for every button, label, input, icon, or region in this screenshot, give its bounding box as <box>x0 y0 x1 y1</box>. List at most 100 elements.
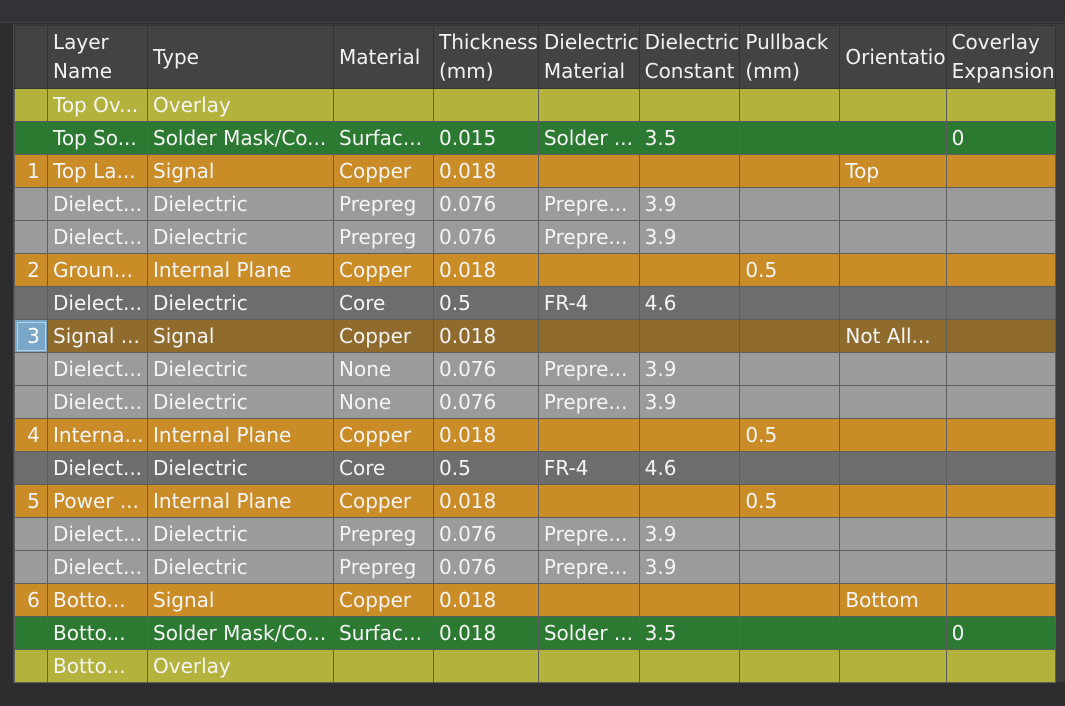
cell-type[interactable]: Internal Plane <box>147 418 334 452</box>
cell-pullback[interactable] <box>739 88 841 122</box>
cell-orientation[interactable] <box>839 385 947 419</box>
cell-coverlay-expansion[interactable] <box>945 88 1056 122</box>
cell-pullback[interactable] <box>739 286 841 320</box>
column-header-rownum[interactable] <box>14 25 48 89</box>
cell-pullback[interactable] <box>739 649 841 683</box>
cell-coverlay-expansion[interactable] <box>945 484 1056 518</box>
column-header-orientation[interactable]: Orientatio <box>839 25 947 89</box>
cell-pullback[interactable] <box>739 220 841 254</box>
cell-coverlay-expansion[interactable] <box>945 187 1056 221</box>
cell-dielectric-constant[interactable] <box>638 583 741 617</box>
cell-orientation[interactable] <box>839 220 947 254</box>
layer-row[interactable]: Dielect... Dielectric Core 0.5 FR-4 4.6 <box>14 451 1056 485</box>
cell-type[interactable]: Dielectric <box>147 550 334 584</box>
cell-dielectric-material[interactable] <box>537 418 640 452</box>
cell-material[interactable]: Core <box>333 286 434 320</box>
cell-material[interactable]: Prepreg <box>333 220 434 254</box>
cell-type[interactable]: Dielectric <box>147 220 334 254</box>
cell-material[interactable]: Core <box>333 451 434 485</box>
cell-dielectric-material[interactable]: Prepre... <box>537 385 640 419</box>
cell-thickness[interactable]: 0.5 <box>433 451 539 485</box>
cell-coverlay-expansion[interactable] <box>945 286 1056 320</box>
cell-material[interactable]: Prepreg <box>333 517 434 551</box>
cell-pullback[interactable] <box>739 583 841 617</box>
cell-pullback[interactable] <box>739 550 841 584</box>
cell-dielectric-constant[interactable] <box>638 88 741 122</box>
row-number-cell[interactable] <box>14 649 48 683</box>
cell-dielectric-constant[interactable]: 3.9 <box>638 220 741 254</box>
cell-type[interactable]: Dielectric <box>147 286 334 320</box>
cell-layer-name[interactable]: Groun... <box>47 253 148 287</box>
cell-thickness[interactable]: 0.076 <box>433 352 539 386</box>
column-header-pullback[interactable]: Pullback (mm) <box>739 25 841 89</box>
row-number-cell[interactable]: 2 <box>14 253 48 287</box>
row-number-cell[interactable] <box>14 451 48 485</box>
row-number-cell[interactable]: 5 <box>14 484 48 518</box>
cell-coverlay-expansion[interactable] <box>945 154 1056 188</box>
layer-row[interactable]: 3 Signal ... Signal Copper 0.018 Not All... <box>14 319 1056 353</box>
cell-thickness[interactable] <box>433 88 539 122</box>
layer-row[interactable]: Botto... Solder Mask/Co... Surfac... 0.018 S… <box>14 616 1056 650</box>
cell-orientation[interactable] <box>839 451 947 485</box>
cell-dielectric-constant[interactable] <box>638 418 741 452</box>
cell-thickness[interactable]: 0.076 <box>433 187 539 221</box>
cell-dielectric-constant[interactable]: 3.9 <box>638 385 741 419</box>
cell-pullback[interactable] <box>739 154 841 188</box>
cell-orientation[interactable] <box>839 88 947 122</box>
cell-thickness[interactable]: 0.018 <box>433 154 539 188</box>
cell-type[interactable]: Dielectric <box>147 451 334 485</box>
column-header-coverlay-expansion[interactable]: Coverlay Expansion <box>945 25 1056 89</box>
layer-row[interactable]: Dielect... Dielectric Prepreg 0.076 Prepre..… <box>14 220 1056 254</box>
cell-orientation[interactable] <box>839 649 947 683</box>
cell-dielectric-material[interactable] <box>537 484 640 518</box>
cell-coverlay-expansion[interactable] <box>945 253 1056 287</box>
cell-thickness[interactable]: 0.076 <box>433 550 539 584</box>
cell-orientation[interactable] <box>839 121 947 155</box>
cell-layer-name[interactable]: Dielect... <box>47 286 148 320</box>
cell-dielectric-constant[interactable]: 3.9 <box>638 352 741 386</box>
layer-row[interactable]: Top So... Solder Mask/Co... Surfac... 0.015… <box>14 121 1056 155</box>
cell-material[interactable]: Copper <box>333 418 434 452</box>
cell-material[interactable] <box>333 88 434 122</box>
cell-orientation[interactable]: Bottom <box>839 583 947 617</box>
row-number-cell[interactable] <box>14 616 48 650</box>
row-number-cell[interactable] <box>14 385 48 419</box>
cell-type[interactable]: Signal <box>147 583 334 617</box>
cell-type[interactable]: Overlay <box>147 88 334 122</box>
layer-row[interactable]: Dielect... Dielectric None 0.076 Prepre... 3.… <box>14 352 1056 386</box>
cell-type[interactable]: Internal Plane <box>147 484 334 518</box>
cell-thickness[interactable]: 0.018 <box>433 583 539 617</box>
row-number-cell[interactable] <box>14 550 48 584</box>
cell-material[interactable]: Copper <box>333 154 434 188</box>
cell-pullback[interactable] <box>739 451 841 485</box>
cell-dielectric-constant[interactable]: 3.9 <box>638 187 741 221</box>
cell-dielectric-constant[interactable] <box>638 154 741 188</box>
cell-type[interactable]: Dielectric <box>147 385 334 419</box>
cell-thickness[interactable]: 0.018 <box>433 418 539 452</box>
cell-dielectric-constant[interactable] <box>638 649 741 683</box>
cell-dielectric-material[interactable]: Prepre... <box>537 550 640 584</box>
cell-orientation[interactable]: Not All... <box>839 319 947 353</box>
row-number-cell[interactable]: 1 <box>14 154 48 188</box>
row-number-cell[interactable] <box>14 286 48 320</box>
cell-coverlay-expansion[interactable] <box>945 583 1056 617</box>
cell-material[interactable]: None <box>333 385 434 419</box>
cell-coverlay-expansion[interactable] <box>945 517 1056 551</box>
layer-row[interactable]: Top Ov... Overlay <box>14 88 1056 122</box>
cell-material[interactable]: Copper <box>333 319 434 353</box>
column-header-dielectric-constant[interactable]: Dielectric Constant <box>638 25 741 89</box>
row-number-cell[interactable]: 3 <box>14 319 48 353</box>
row-number-cell[interactable] <box>14 220 48 254</box>
layer-row[interactable]: 5 Power ... Internal Plane Copper 0.018 0.5 <box>14 484 1056 518</box>
cell-coverlay-expansion[interactable] <box>945 418 1056 452</box>
layer-row[interactable]: Dielect... Dielectric Prepreg 0.076 Prepre..… <box>14 187 1056 221</box>
cell-coverlay-expansion[interactable] <box>945 352 1056 386</box>
cell-layer-name[interactable]: Dielect... <box>47 385 148 419</box>
row-number-cell[interactable] <box>14 352 48 386</box>
cell-dielectric-material[interactable] <box>537 319 640 353</box>
row-number-cell[interactable] <box>14 187 48 221</box>
cell-material[interactable]: Copper <box>333 484 434 518</box>
cell-coverlay-expansion[interactable] <box>945 220 1056 254</box>
cell-thickness[interactable]: 0.018 <box>433 484 539 518</box>
cell-orientation[interactable] <box>839 352 947 386</box>
